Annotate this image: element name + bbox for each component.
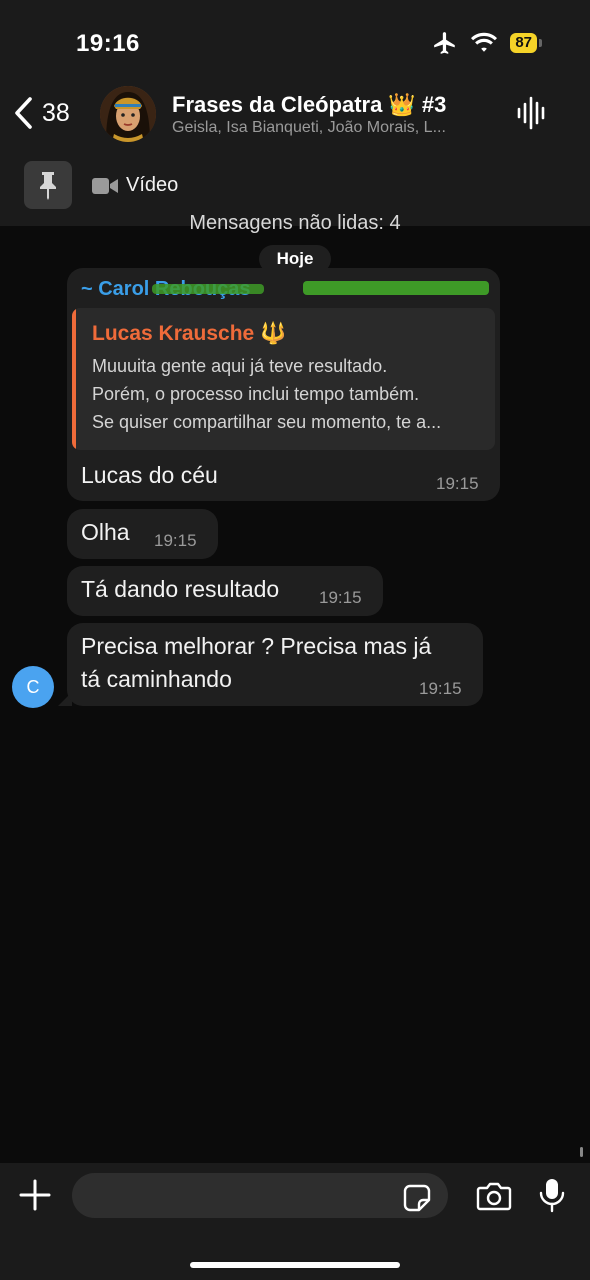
message-bubble-2[interactable]: Olha 19:15 bbox=[67, 509, 218, 559]
video-camera-icon bbox=[92, 177, 118, 194]
unread-divider: Mensagens não lidas: 4 bbox=[189, 212, 401, 234]
quoted-message[interactable]: Lucas Krausche 🔱 Muuuita gente aqui já t… bbox=[72, 308, 495, 450]
microphone-button[interactable] bbox=[538, 1177, 566, 1218]
redaction-scribble bbox=[152, 284, 264, 294]
redaction-scribble bbox=[303, 281, 489, 295]
message-time: 19:15 bbox=[319, 588, 362, 607]
message-time: 19:15 bbox=[419, 679, 462, 698]
airplane-icon bbox=[434, 32, 456, 54]
message-text-line: tá caminhando bbox=[81, 666, 232, 692]
message-text: Olha bbox=[81, 519, 130, 545]
quote-line: Se quiser compartilhar seu momento, te a… bbox=[92, 412, 442, 432]
wifi-icon bbox=[471, 32, 498, 52]
quote-line: Muuuita gente aqui já teve resultado. bbox=[92, 356, 388, 376]
audio-waveform-icon bbox=[517, 96, 545, 130]
camera-button[interactable] bbox=[476, 1181, 512, 1216]
pinned-messages-button[interactable] bbox=[24, 161, 72, 209]
scroll-indicator bbox=[580, 1147, 583, 1157]
video-filter[interactable]: Vídeo bbox=[92, 174, 178, 197]
status-icons: 87 bbox=[432, 30, 542, 56]
message-text-line: Precisa melhorar ? Precisa mas já bbox=[81, 633, 432, 659]
message-text: Tá dando resultado bbox=[81, 576, 280, 602]
unread-chats-count: 38 bbox=[42, 98, 70, 127]
plus-icon bbox=[19, 1179, 51, 1211]
microphone-icon bbox=[539, 1179, 565, 1213]
message-bubble-3[interactable]: Tá dando resultado 19:15 bbox=[67, 566, 383, 616]
battery-level: 87 bbox=[510, 33, 537, 53]
video-filter-label: Vídeo bbox=[126, 174, 179, 196]
sticker-button[interactable] bbox=[402, 1183, 432, 1218]
status-bar: 19:16 87 bbox=[0, 0, 590, 84]
chat-title[interactable]: Frases da Cleópatra 👑 #3 bbox=[172, 92, 446, 118]
camera-icon bbox=[476, 1182, 512, 1211]
message-input[interactable] bbox=[72, 1173, 448, 1218]
cleopatra-avatar-image bbox=[100, 86, 156, 142]
pin-icon bbox=[40, 172, 56, 200]
battery-icon: 87 bbox=[510, 33, 542, 53]
quote-author: Lucas Krausche 🔱 bbox=[92, 322, 287, 345]
input-bar bbox=[0, 1163, 590, 1280]
status-time: 19:16 bbox=[76, 30, 140, 57]
attach-button[interactable] bbox=[18, 1178, 52, 1217]
message-bubble-1[interactable]: ~ Carol Rebouças +55 11 9 0000-0001 Luca… bbox=[67, 268, 500, 501]
voice-chat-button[interactable] bbox=[516, 96, 548, 135]
message-time: 19:15 bbox=[436, 474, 479, 493]
sender-avatar[interactable]: C bbox=[12, 666, 54, 708]
home-indicator[interactable] bbox=[190, 1262, 400, 1268]
chat-header: 38 Frases da Cleópatra 👑 #3 Geisla, Isa … bbox=[0, 84, 590, 226]
message-text: Lucas do céu bbox=[81, 462, 218, 488]
sticker-icon bbox=[403, 1184, 431, 1212]
quote-accent-bar bbox=[72, 308, 76, 450]
message-bubble-4[interactable]: Precisa melhorar ? Precisa mas já tá cam… bbox=[67, 623, 483, 706]
message-time: 19:15 bbox=[154, 531, 197, 550]
chat-members[interactable]: Geisla, Isa Bianqueti, João Morais, L... bbox=[172, 119, 502, 137]
chevron-left-icon bbox=[15, 97, 32, 129]
quote-line: Porém, o processo inclui tempo também. bbox=[92, 384, 420, 404]
back-button[interactable]: 38 bbox=[12, 96, 70, 130]
group-avatar[interactable] bbox=[100, 86, 156, 142]
